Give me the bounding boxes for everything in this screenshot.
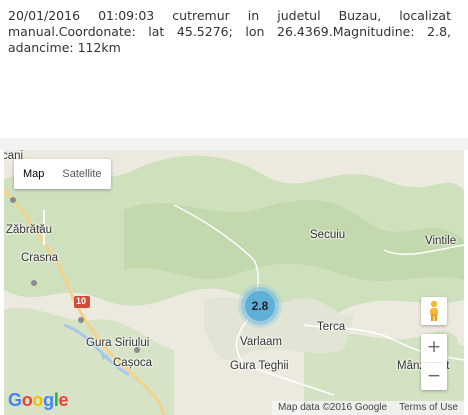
- google-logo: Google: [8, 390, 69, 410]
- place-label: Terca: [317, 321, 346, 333]
- place-label: Cașoca: [113, 357, 152, 369]
- separator: [0, 138, 468, 150]
- zoom-in-button[interactable]: +: [421, 334, 447, 362]
- place-label: Gura Teghii: [230, 360, 289, 372]
- info-panel: 20/01/2016 01:09:03 cutremur in judetul …: [0, 0, 468, 138]
- map-type-control: Map Satellite: [14, 159, 111, 189]
- place-label: Vintile: [425, 235, 457, 247]
- place-label: Gura Siriului: [86, 337, 150, 349]
- earthquake-marker[interactable]: 2.8: [245, 291, 275, 321]
- zoom-out-button[interactable]: −: [421, 363, 447, 391]
- pegman-icon: [430, 300, 438, 321]
- street-view-pegman-button[interactable]: [421, 297, 447, 325]
- place-label: Zăbrătău: [6, 224, 53, 236]
- earthquake-description: 20/01/2016 01:09:03 cutremur in judetul …: [8, 8, 451, 55]
- map-data-attribution: Map data ©2016 Google: [277, 402, 388, 413]
- terms-of-use-link[interactable]: Terms of Use: [393, 401, 464, 415]
- place-label: Secuiu: [310, 229, 346, 241]
- map-type-satellite-button[interactable]: Satellite: [53, 159, 110, 189]
- road-number: 10: [76, 296, 87, 306]
- map-footer: Map data ©2016 Google Terms of Use: [271, 401, 464, 415]
- place-label: Varlaam: [240, 336, 282, 348]
- map-terrain: [4, 150, 464, 415]
- map-type-map-button[interactable]: Map: [14, 159, 53, 189]
- zoom-control: + −: [421, 334, 447, 390]
- place-label: Crasna: [21, 252, 59, 264]
- map-view[interactable]: cani Zăbrătău Crasna 10 Gura Siriului Ca…: [4, 150, 464, 415]
